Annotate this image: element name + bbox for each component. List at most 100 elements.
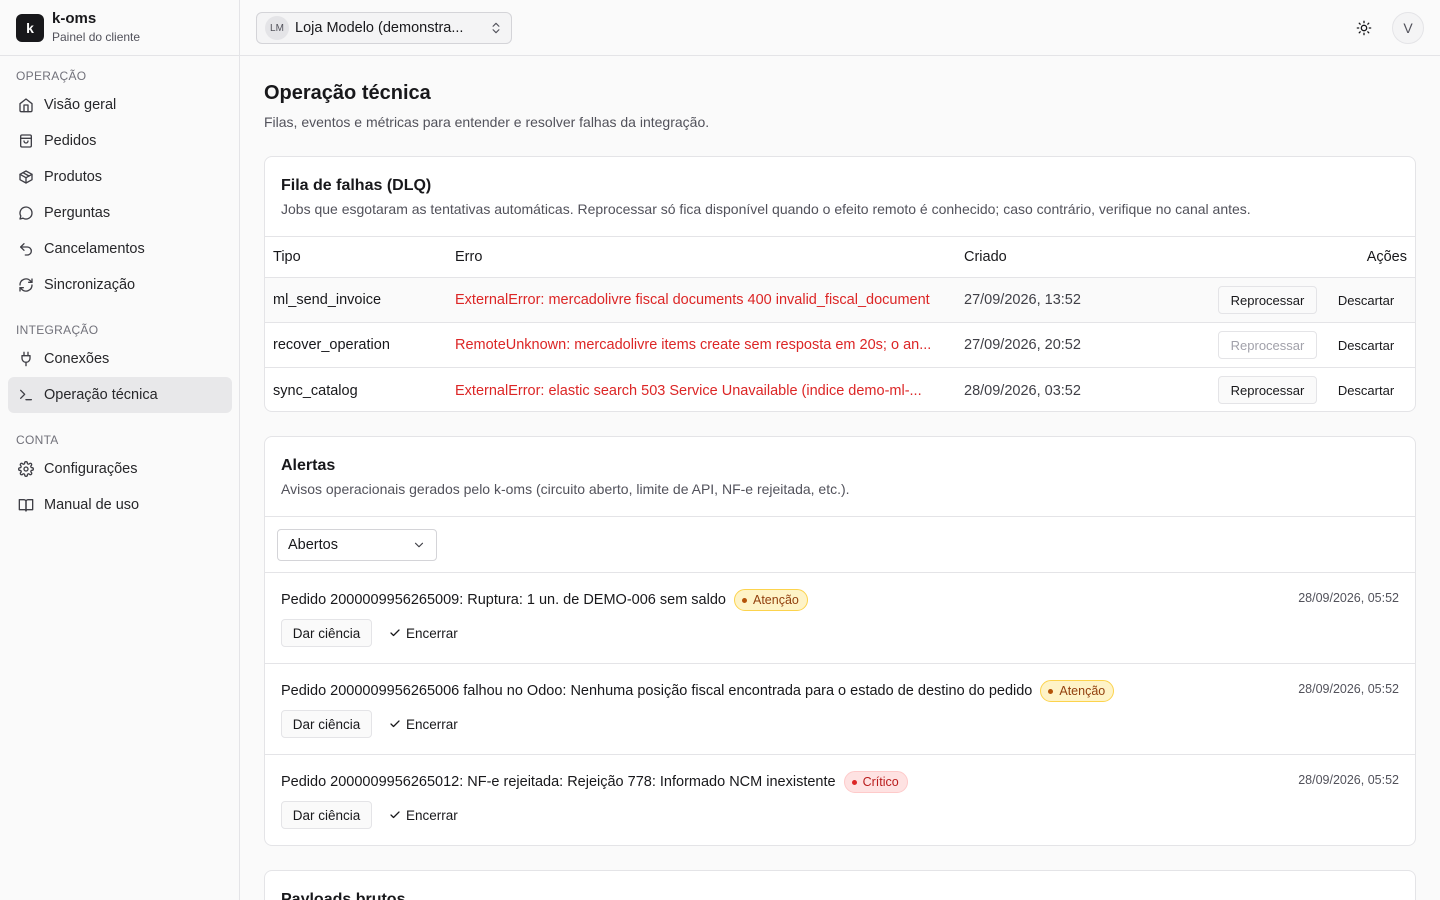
topbar: LM Loja Modelo (demonstra... V xyxy=(240,0,1440,56)
table-row: sync_catalog ExternalError: elastic sear… xyxy=(265,368,1415,411)
status-dot-icon xyxy=(741,597,747,603)
sidebar-item-label: Manual de uso xyxy=(44,497,140,513)
list-item: Pedido 2000009956265012: NF-e rejeitada:… xyxy=(265,755,1415,845)
job-created: 28/09/2026, 03:52 xyxy=(964,382,1081,399)
acknowledge-button[interactable]: Dar ciência xyxy=(281,619,372,647)
job-error: ExternalError: elastic search 503 Servic… xyxy=(455,368,947,411)
close-alert-label: Encerrar xyxy=(406,716,458,732)
sidebar-item-cancelamentos[interactable]: Cancelamentos xyxy=(8,231,232,267)
reprocess-button-disabled: Reprocessar xyxy=(1218,331,1317,359)
sidebar-item-sincronizacao[interactable]: Sincronização xyxy=(8,267,232,303)
user-avatar[interactable]: V xyxy=(1392,12,1424,44)
sidebar-item-perguntas[interactable]: Perguntas xyxy=(8,195,232,231)
alerts-status-select[interactable]: Abertos xyxy=(277,529,437,561)
discard-button[interactable]: Descartar xyxy=(1325,286,1407,314)
main-content: Operação técnica Filas, eventos e métric… xyxy=(240,56,1440,900)
nav-section-integracao: INTEGRAÇÃO Conexões Operação técnica xyxy=(0,319,240,413)
discard-button[interactable]: Descartar xyxy=(1325,331,1407,359)
message-circle-icon xyxy=(18,205,34,221)
payloads-title: Payloads brutos xyxy=(281,891,406,900)
job-error-text: RemoteUnknown: mercadolivre items create… xyxy=(455,337,932,353)
check-icon xyxy=(390,720,400,728)
nav-section-operacao: OPERAÇÃO Visão geral Pedidos Produtos Pe… xyxy=(0,65,240,303)
nav-heading: INTEGRAÇÃO xyxy=(16,323,99,337)
sun-icon[interactable] xyxy=(1354,18,1374,38)
alerts-title: Alertas xyxy=(281,457,336,474)
page-title: Operação técnica xyxy=(264,82,431,104)
brand-name: k-oms xyxy=(52,10,97,28)
alerts-description: Avisos operacionais gerados pelo k-oms (… xyxy=(281,481,850,497)
package-icon xyxy=(18,169,34,185)
job-created: 27/09/2026, 20:52 xyxy=(964,337,1081,353)
nav-section-conta: CONTA Configurações Manual de uso xyxy=(0,429,240,523)
sidebar-item-label: Sincronização xyxy=(44,277,136,293)
discard-button[interactable]: Descartar xyxy=(1325,376,1407,404)
sidebar-item-visao-geral[interactable]: Visão geral xyxy=(8,87,232,123)
reprocess-button[interactable]: Reprocessar xyxy=(1218,376,1317,404)
alert-message: Pedido 2000009956265006 falhou no Odoo: … xyxy=(281,683,1033,699)
reprocess-button[interactable]: Reprocessar xyxy=(1218,286,1317,314)
chevrons-up-down-icon xyxy=(489,21,503,35)
undo-icon xyxy=(18,241,34,257)
close-alert-button[interactable]: Encerrar xyxy=(389,619,458,647)
close-alert-button[interactable]: Encerrar xyxy=(389,710,458,738)
status-dot-icon xyxy=(1048,688,1054,694)
severity-badge: Atenção xyxy=(733,589,808,611)
sidebar-item-conexoes[interactable]: Conexões xyxy=(8,341,232,377)
acknowledge-button[interactable]: Dar ciência xyxy=(281,710,372,738)
sidebar-item-label: Cancelamentos xyxy=(44,241,145,257)
close-alert-label: Encerrar xyxy=(406,625,458,641)
sidebar-item-produtos[interactable]: Produtos xyxy=(8,159,232,195)
job-error: ExternalError: mercadolivre fiscal docum… xyxy=(455,278,947,322)
sidebar-item-label: Visão geral xyxy=(44,97,117,113)
sidebar-item-manual[interactable]: Manual de uso xyxy=(8,487,232,523)
nav-heading: OPERAÇÃO xyxy=(16,69,87,83)
job-error: RemoteUnknown: mercadolivre items create… xyxy=(455,323,947,367)
store-avatar: LM xyxy=(265,16,289,40)
sidebar-item-pedidos[interactable]: Pedidos xyxy=(8,123,232,159)
alert-list: Pedido 2000009956265009: Ruptura: 1 un. … xyxy=(265,573,1415,845)
settings-icon xyxy=(18,461,34,477)
chevron-down-icon xyxy=(412,538,426,552)
refresh-icon xyxy=(18,277,34,293)
alerts-status-value: Abertos xyxy=(288,537,338,553)
brand[interactable]: k k-oms Painel do cliente xyxy=(0,0,239,56)
sidebar-item-label: Perguntas xyxy=(44,205,111,221)
severity-badge: Atenção xyxy=(1040,680,1115,702)
sidebar-item-label: Pedidos xyxy=(44,133,97,149)
sidebar: k k-oms Painel do cliente OPERAÇÃO Visão… xyxy=(0,0,240,900)
table-row: recover_operation RemoteUnknown: mercado… xyxy=(265,323,1415,368)
sidebar-item-label: Operação técnica xyxy=(44,387,158,403)
store-selector[interactable]: LM Loja Modelo (demonstra... xyxy=(256,12,512,44)
brand-subtitle: Painel do cliente xyxy=(52,30,141,45)
nav-heading: CONTA xyxy=(16,433,59,447)
alerts-filter-bar: Abertos xyxy=(265,516,1415,573)
alert-message: Pedido 2000009956265009: Ruptura: 1 un. … xyxy=(281,592,726,608)
dlq-title: Fila de falhas (DLQ) xyxy=(281,177,432,194)
sidebar-item-configuracoes[interactable]: Configurações xyxy=(8,451,232,487)
job-type: ml_send_invoice xyxy=(273,292,382,308)
column-header-criado: Criado xyxy=(964,249,1007,265)
severity-label: Crítico xyxy=(862,775,899,789)
close-alert-label: Encerrar xyxy=(406,807,458,823)
acknowledge-button[interactable]: Dar ciência xyxy=(281,801,372,829)
column-header-tipo: Tipo xyxy=(273,249,301,265)
alerts-card: Alertas Avisos operacionais gerados pelo… xyxy=(264,436,1416,846)
dlq-card: Fila de falhas (DLQ) Jobs que esgotaram … xyxy=(264,156,1416,412)
alert-timestamp: 28/09/2026, 05:52 xyxy=(1298,773,1399,787)
column-header-erro: Erro xyxy=(455,249,483,265)
table-header: Tipo Erro Criado Ações xyxy=(265,237,1415,278)
terminal-icon xyxy=(18,387,34,403)
list-item: Pedido 2000009956265006 falhou no Odoo: … xyxy=(265,664,1415,755)
job-error-text: ExternalError: mercadolivre fiscal docum… xyxy=(455,292,930,308)
column-header-acoes: Ações xyxy=(1366,249,1407,265)
sidebar-item-operacao-tecnica[interactable]: Operação técnica xyxy=(8,377,232,413)
close-alert-button[interactable]: Encerrar xyxy=(389,801,458,829)
sidebar-item-label: Conexões xyxy=(44,351,110,367)
status-dot-icon xyxy=(851,779,857,785)
book-icon xyxy=(18,497,34,513)
job-type: sync_catalog xyxy=(273,382,358,399)
job-error-text: ExternalError: elastic search 503 Servic… xyxy=(455,382,922,399)
sidebar-item-label: Configurações xyxy=(44,461,138,477)
alert-message: Pedido 2000009956265012: NF-e rejeitada:… xyxy=(281,774,836,790)
